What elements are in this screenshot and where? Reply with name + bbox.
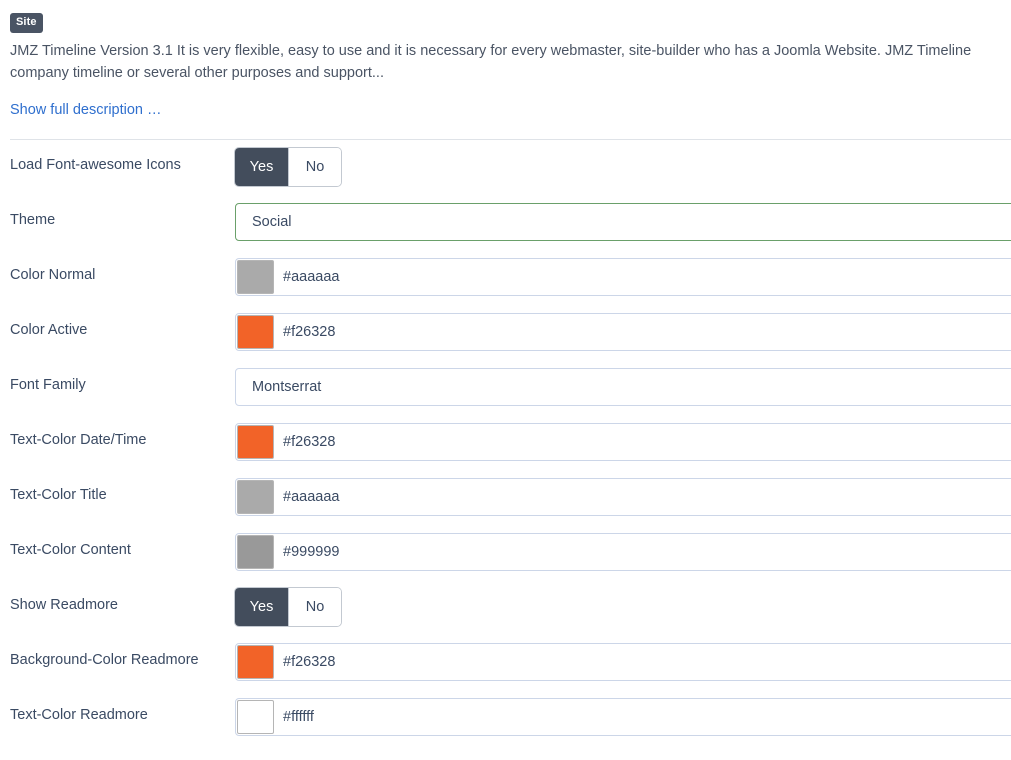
extension-description: Site JMZ Timeline Version 3.1 It is very… <box>0 0 1011 140</box>
settings-page: Site JMZ Timeline Version 3.1 It is very… <box>0 0 1011 760</box>
form-row-text-color-readmore: Text-Color Readmore #ffffff <box>0 698 1011 753</box>
field-control-load-font-awesome-icons: Yes No <box>235 148 1011 186</box>
input-background-color-readmore[interactable]: #f26328 <box>235 643 1011 681</box>
form-row-text-color-title: Text-Color Title #aaaaaa <box>0 478 1011 533</box>
input-text-color-title[interactable]: #aaaaaa <box>235 478 1011 516</box>
form-row-text-color-content: Text-Color Content #999999 <box>0 533 1011 588</box>
input-value-theme: Social <box>252 213 292 230</box>
input-value-text-color-title: #aaaaaa <box>283 488 340 505</box>
form-row-theme: Theme Social <box>0 203 1011 258</box>
input-text-color-date-time[interactable]: #f26328 <box>235 423 1011 461</box>
settings-form: Load Font-awesome Icons Yes No Theme Social C… <box>0 148 1011 753</box>
field-label-text-color-title: Text-Color Title <box>10 487 107 503</box>
input-theme[interactable]: Social <box>235 203 1011 241</box>
toggle-load-font-awesome-icons[interactable]: Yes No <box>235 148 341 186</box>
form-row-load-font-awesome-icons: Load Font-awesome Icons Yes No <box>0 148 1011 203</box>
input-value-text-color-content: #999999 <box>283 543 340 560</box>
toggle-option-no[interactable]: No <box>288 148 341 186</box>
field-control-text-color-title: #aaaaaa <box>235 478 1011 516</box>
field-control-color-active: #f26328 <box>235 313 1011 351</box>
form-row-show-readmore: Show Readmore Yes No <box>0 588 1011 643</box>
section-divider <box>10 139 1011 140</box>
field-control-text-color-readmore: #ffffff <box>235 698 1011 736</box>
toggle-option-no[interactable]: No <box>288 588 341 626</box>
toggle-show-readmore[interactable]: Yes No <box>235 588 341 626</box>
field-label-load-font-awesome-icons: Load Font-awesome Icons <box>10 157 181 173</box>
color-swatch-text-color-title[interactable] <box>237 480 274 514</box>
input-value-color-active: #f26328 <box>283 323 336 340</box>
field-label-theme: Theme <box>10 212 56 228</box>
input-value-color-normal: #aaaaaa <box>283 268 340 285</box>
description-text: JMZ Timeline Version 3.1 It is very flex… <box>10 43 972 81</box>
input-text-color-readmore[interactable]: #ffffff <box>235 698 1011 736</box>
field-control-theme: Social <box>235 203 1011 241</box>
input-value-background-color-readmore: #f26328 <box>283 653 336 670</box>
color-swatch-color-normal[interactable] <box>237 260 274 294</box>
field-control-text-color-date-time: #f26328 <box>235 423 1011 461</box>
color-swatch-text-color-readmore[interactable] <box>237 700 274 734</box>
input-value-font-family: Montserrat <box>252 378 322 395</box>
color-swatch-text-color-content[interactable] <box>237 535 274 569</box>
input-value-text-color-readmore: #ffffff <box>283 708 314 725</box>
field-control-show-readmore: Yes No <box>235 588 1011 626</box>
field-control-color-normal: #aaaaaa <box>235 258 1011 296</box>
field-label-text-color-content: Text-Color Content <box>10 542 131 558</box>
field-label-background-color-readmore: Background-Color Readmore <box>10 652 199 668</box>
field-control-background-color-readmore: #f26328 <box>235 643 1011 681</box>
input-color-active[interactable]: #f26328 <box>235 313 1011 351</box>
input-color-normal[interactable]: #aaaaaa <box>235 258 1011 296</box>
site-badge: Site <box>10 13 43 33</box>
color-swatch-color-active[interactable] <box>237 315 274 349</box>
input-text-color-content[interactable]: #999999 <box>235 533 1011 571</box>
field-label-color-normal: Color Normal <box>10 267 96 283</box>
field-label-show-readmore: Show Readmore <box>10 597 118 613</box>
color-swatch-background-color-readmore[interactable] <box>237 645 274 679</box>
field-label-text-color-date-time: Text-Color Date/Time <box>10 432 147 448</box>
toggle-option-yes[interactable]: Yes <box>235 588 288 626</box>
toggle-option-yes[interactable]: Yes <box>235 148 288 186</box>
input-value-text-color-date-time: #f26328 <box>283 433 336 450</box>
form-row-text-color-date-time: Text-Color Date/Time #f26328 <box>0 423 1011 478</box>
form-row-background-color-readmore: Background-Color Readmore #f26328 <box>0 643 1011 698</box>
field-control-font-family: Montserrat <box>235 368 1011 406</box>
show-full-description-link[interactable]: Show full description … <box>10 100 1001 120</box>
field-label-color-active: Color Active <box>10 322 88 338</box>
form-row-color-normal: Color Normal #aaaaaa <box>0 258 1011 313</box>
form-row-color-active: Color Active #f26328 <box>0 313 1011 368</box>
field-label-text-color-readmore: Text-Color Readmore <box>10 707 148 723</box>
form-row-font-family: Font Family Montserrat <box>0 368 1011 423</box>
input-font-family[interactable]: Montserrat <box>235 368 1011 406</box>
field-control-text-color-content: #999999 <box>235 533 1011 571</box>
color-swatch-text-color-date-time[interactable] <box>237 425 274 459</box>
field-label-font-family: Font Family <box>10 377 86 393</box>
